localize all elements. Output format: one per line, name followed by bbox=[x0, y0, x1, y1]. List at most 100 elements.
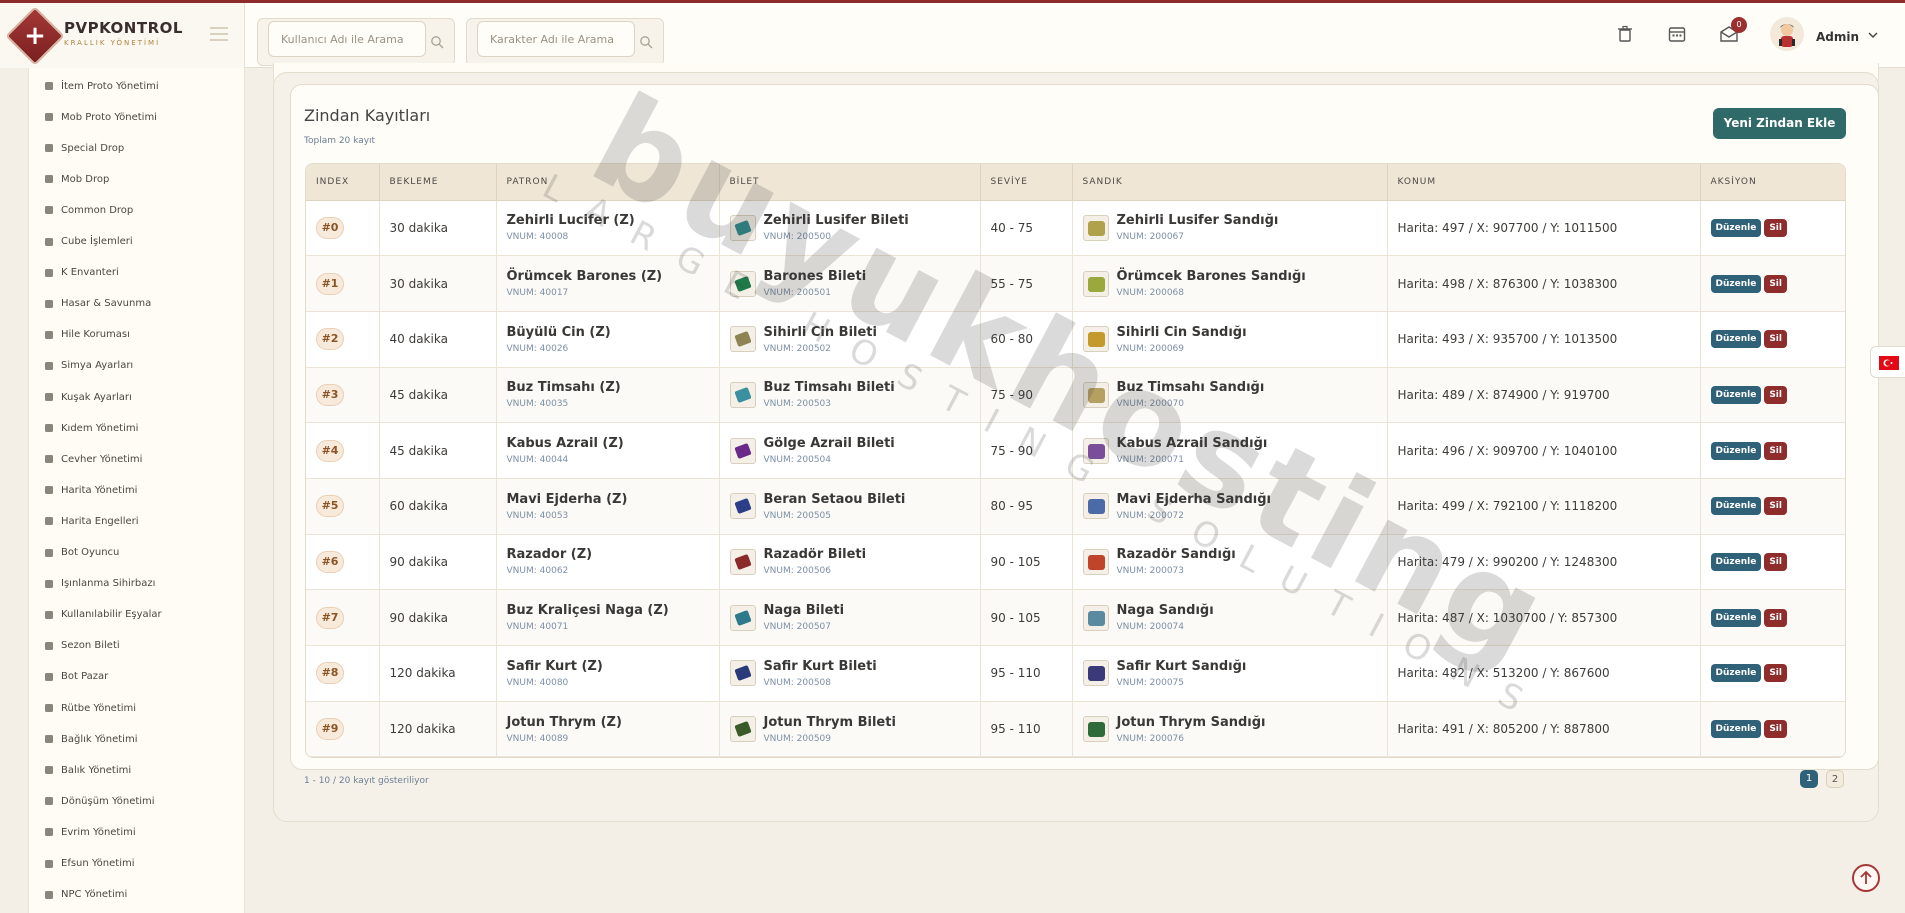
delete-button[interactable]: Sil bbox=[1764, 664, 1787, 683]
sidebar-item[interactable]: Simya Ayarları bbox=[43, 356, 133, 376]
sidebar-item-label: Işınlanma Sihirbazı bbox=[61, 578, 156, 590]
page-button-1[interactable]: 1 bbox=[1800, 770, 1818, 788]
ticket-cell: Jotun Thrym Bileti VNUM: 200509 bbox=[719, 701, 981, 757]
sidebar-item[interactable]: Balık Yönetimi bbox=[43, 760, 131, 780]
edit-button[interactable]: Düzenle bbox=[1710, 441, 1762, 460]
chest-cell: Mavi Ejderha Sandığı VNUM: 200072 bbox=[1072, 478, 1388, 535]
sidebar-item[interactable]: Common Drop bbox=[43, 200, 133, 220]
sidebar-item[interactable]: NPC Yönetimi bbox=[43, 885, 127, 905]
edit-button[interactable]: Düzenle bbox=[1710, 274, 1762, 293]
sidebar-item[interactable]: Harita Yönetimi bbox=[43, 480, 137, 500]
boss-cell: Buz Kraliçesi Naga (Z) VNUM: 40071 bbox=[496, 589, 720, 646]
sidebar-item[interactable]: Mob Drop bbox=[43, 169, 109, 189]
page-button-2[interactable]: 2 bbox=[1826, 770, 1844, 788]
sidebar-item-label: Dönüşüm Yönetimi bbox=[61, 795, 155, 807]
delete-button[interactable]: Sil bbox=[1764, 552, 1787, 571]
trash-icon[interactable] bbox=[1614, 23, 1636, 45]
sidebar-item[interactable]: Special Drop bbox=[43, 138, 124, 158]
sidebar-item[interactable]: Kıdem Yönetimi bbox=[43, 418, 138, 438]
avatar[interactable] bbox=[1770, 17, 1804, 51]
sidebar-item[interactable]: Cube İşlemleri bbox=[43, 232, 133, 252]
sidebar-item[interactable]: Efsun Yönetimi bbox=[43, 854, 135, 874]
ticket-name: Jotun Thrym Bileti bbox=[763, 714, 896, 730]
ticket-cell: Sihirli Cin Bileti VNUM: 200502 bbox=[719, 311, 981, 368]
star-icon bbox=[43, 702, 55, 714]
boss-name: Zehirli Lucifer (Z) bbox=[506, 213, 635, 229]
level-cell: 40 - 75 bbox=[980, 200, 1073, 257]
delete-button[interactable]: Sil bbox=[1764, 330, 1787, 349]
delete-button[interactable]: Sil bbox=[1764, 497, 1787, 516]
dungeon-table: INDEX BEKLEME PATRON BİLET SEVİYE SANDIK KONUM… bbox=[305, 163, 1846, 758]
wand-icon bbox=[43, 858, 55, 870]
boss-name: Örümcek Barones (Z) bbox=[506, 269, 663, 285]
edit-button[interactable]: Düzenle bbox=[1710, 552, 1762, 571]
ticket-vnum: VNUM: 200501 bbox=[763, 288, 832, 299]
sidebar-item[interactable]: Hile Koruması bbox=[43, 325, 130, 345]
edit-button[interactable]: Düzenle bbox=[1710, 720, 1762, 739]
sidebar-item[interactable]: Harita Engelleri bbox=[43, 511, 139, 531]
sidebar-item[interactable]: Bot Oyuncu bbox=[43, 543, 119, 563]
sidebar-item[interactable]: Rütbe Yönetimi bbox=[43, 698, 136, 718]
language-flag-tab[interactable] bbox=[1870, 346, 1905, 378]
hamburger-menu-icon[interactable] bbox=[210, 27, 228, 41]
bug-icon bbox=[43, 173, 55, 185]
boss-vnum: VNUM: 40080 bbox=[506, 677, 569, 688]
index-badge: #4 bbox=[316, 439, 344, 462]
cube-icon bbox=[43, 236, 55, 248]
sidebar-item[interactable]: Kuşak Ayarları bbox=[43, 387, 132, 407]
sidebar-item[interactable]: Evrim Yönetimi bbox=[43, 822, 136, 842]
index-cell: #0 bbox=[306, 200, 380, 257]
sidebar-item[interactable]: Cevher Yönetimi bbox=[43, 449, 142, 469]
edit-button[interactable]: Düzenle bbox=[1710, 330, 1762, 349]
delete-button[interactable]: Sil bbox=[1764, 218, 1787, 237]
delete-button[interactable]: Sil bbox=[1764, 720, 1787, 739]
search-icon[interactable] bbox=[430, 35, 444, 49]
sidebar-item[interactable]: Dönüşüm Yönetimi bbox=[43, 791, 155, 811]
delete-button[interactable]: Sil bbox=[1764, 385, 1787, 404]
chevron-down-icon[interactable] bbox=[1867, 29, 1879, 41]
brand[interactable]: + PVPKONTROL KRALLIK YÖNETİMİ bbox=[0, 3, 245, 68]
sidebar-item[interactable]: K Envanteri bbox=[43, 263, 119, 283]
level-cell: 95 - 110 bbox=[980, 645, 1073, 702]
chest-icon bbox=[1082, 548, 1109, 575]
edit-button[interactable]: Düzenle bbox=[1710, 497, 1762, 516]
delete-button[interactable]: Sil bbox=[1764, 608, 1787, 627]
delete-button[interactable]: Sil bbox=[1764, 274, 1787, 293]
search-icon[interactable] bbox=[639, 35, 653, 49]
sidebar-item-label: Bot Pazar bbox=[61, 671, 109, 683]
trophy-icon bbox=[43, 640, 55, 652]
boss-vnum: VNUM: 40035 bbox=[506, 399, 569, 410]
sidebar-item-label: Cube İşlemleri bbox=[61, 236, 133, 247]
location-cell: Harita: 479 / X: 990200 / Y: 1248300 bbox=[1387, 534, 1701, 591]
delete-button[interactable]: Sil bbox=[1764, 441, 1787, 460]
edit-button[interactable]: Düzenle bbox=[1710, 385, 1762, 404]
scroll-to-top-button[interactable] bbox=[1852, 864, 1880, 892]
ticket-name: Sihirli Cin Bileti bbox=[763, 324, 877, 340]
table-row: #8 120 dakika Safir Kurt (Z) VNUM: 40080 Saf… bbox=[306, 645, 1845, 702]
user-name[interactable]: Admin bbox=[1816, 30, 1859, 44]
edit-button[interactable]: Düzenle bbox=[1710, 218, 1762, 237]
calendar-icon[interactable] bbox=[1666, 23, 1688, 45]
sidebar-item[interactable]: Bağlık Yönetimi bbox=[43, 729, 137, 749]
sidebar-item[interactable]: Mob Proto Yönetimi bbox=[43, 107, 157, 127]
add-dungeon-button[interactable]: Yeni Zindan Ekle bbox=[1713, 108, 1846, 139]
sidebar-item[interactable]: Işınlanma Sihirbazı bbox=[43, 574, 155, 594]
sidebar-item-label: Mob Proto Yönetimi bbox=[61, 111, 157, 123]
sidebar-item[interactable]: İtem Proto Yönetimi bbox=[43, 76, 159, 96]
edit-button[interactable]: Düzenle bbox=[1710, 608, 1762, 627]
sidebar-item[interactable]: Bot Pazar bbox=[43, 667, 108, 687]
robot-icon bbox=[43, 547, 55, 559]
location-cell: Harita: 498 / X: 876300 / Y: 1038300 bbox=[1387, 255, 1701, 312]
user-search-input[interactable]: Kullanıcı Adı ile Arama bbox=[268, 21, 426, 57]
ticket-vnum: VNUM: 200509 bbox=[763, 733, 832, 744]
boss-cell: Örümcek Barones (Z) VNUM: 40017 bbox=[496, 255, 720, 312]
ticket-cell: Naga Bileti VNUM: 200507 bbox=[719, 589, 981, 646]
wait-cell: 90 dakika bbox=[379, 534, 497, 591]
character-search-input[interactable]: Karakter Adı ile Arama bbox=[477, 21, 635, 57]
table-row: #7 90 dakika Buz Kraliçesi Naga (Z) VNUM: 4… bbox=[306, 589, 1845, 646]
sidebar-item[interactable]: Hasar & Savunma bbox=[43, 294, 151, 314]
sidebar-item[interactable]: Kullanılabilir Eşyalar bbox=[43, 605, 162, 625]
sidebar-item[interactable]: Sezon Bileti bbox=[43, 636, 120, 656]
index-cell: #7 bbox=[306, 589, 380, 646]
edit-button[interactable]: Düzenle bbox=[1710, 664, 1762, 683]
